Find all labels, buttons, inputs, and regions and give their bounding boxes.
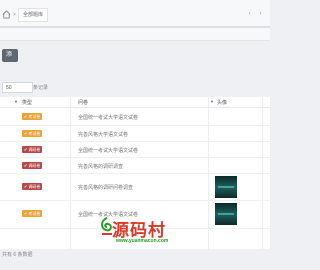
tab-scroll-right-button[interactable]: › bbox=[256, 9, 265, 19]
question-title[interactable]: 完善风格的调研调查 bbox=[78, 163, 123, 170]
badge-label: 调研卷 bbox=[28, 147, 41, 152]
data-table: ▼ 类型 问卷 ▼ 头像 ✔考试卷 全国统一考试大学语文试卷 ✔考试卷 完善风格大学语… bbox=[0, 97, 270, 249]
exam-badge: ✔考试卷 bbox=[22, 130, 43, 137]
add-button-label: 添 bbox=[6, 52, 13, 58]
badge-label: 考试卷 bbox=[28, 211, 41, 216]
sort-icon[interactable]: ▼ bbox=[14, 99, 18, 104]
table-row[interactable]: ✔调研卷 完善风格的调研问卷调查 bbox=[0, 173, 270, 201]
row-thumbnail bbox=[215, 176, 237, 198]
column-header-type[interactable]: 类型 bbox=[22, 99, 32, 106]
check-icon: ✔ bbox=[24, 114, 28, 119]
column-header-image[interactable]: 头像 bbox=[217, 99, 227, 106]
table-row[interactable]: ✔考试卷 完善风格大学语文试卷 bbox=[0, 125, 270, 142]
tab-question-bank[interactable]: 全部题库 bbox=[18, 8, 49, 22]
add-button[interactable]: 添 bbox=[2, 49, 18, 62]
exam-badge: ✔考试卷 bbox=[22, 210, 43, 217]
survey-badge: ✔调研卷 bbox=[22, 146, 43, 153]
exam-badge: ✔考试卷 bbox=[22, 113, 43, 120]
breadcrumb-separator: > bbox=[13, 12, 16, 18]
survey-badge: ✔调研卷 bbox=[22, 183, 43, 190]
per-page-label: 条记录 bbox=[33, 85, 49, 91]
question-title[interactable]: 全国统一考试大学语文试卷 bbox=[78, 147, 138, 154]
row-thumbnail bbox=[215, 203, 237, 225]
home-icon[interactable] bbox=[2, 10, 11, 19]
badge-label: 调研卷 bbox=[28, 163, 41, 168]
check-icon: ✔ bbox=[24, 131, 28, 136]
top-bar: > 全部题库 ‹ › bbox=[0, 0, 270, 41]
badge-label: 调研卷 bbox=[28, 184, 41, 189]
sort-icon[interactable]: ▼ bbox=[210, 99, 214, 104]
check-icon: ✔ bbox=[24, 147, 28, 152]
tab-scroll-left-button[interactable]: ‹ bbox=[245, 9, 254, 19]
page-size-input[interactable] bbox=[2, 82, 33, 93]
badge-label: 考试卷 bbox=[28, 114, 41, 119]
survey-badge: ✔调研卷 bbox=[22, 162, 43, 169]
badge-label: 考试卷 bbox=[28, 131, 41, 136]
watermark-logo: 源码村 www.yuanmacun.com bbox=[98, 216, 190, 250]
table-row[interactable]: ✔调研卷 完善风格的调研调查 bbox=[0, 157, 270, 174]
record-count: 共有 6 条数据 bbox=[2, 252, 33, 258]
check-icon: ✔ bbox=[24, 163, 28, 168]
table-row[interactable]: ✔考试卷 全国统一考试大学语文试卷 bbox=[0, 108, 270, 126]
check-icon: ✔ bbox=[24, 184, 28, 189]
question-title[interactable]: 完善风格大学语文试卷 bbox=[78, 131, 128, 138]
watermark-url: www.yuanmacun.com bbox=[116, 238, 169, 244]
column-header-question[interactable]: 问卷 bbox=[78, 99, 88, 106]
check-icon: ✔ bbox=[24, 211, 28, 216]
question-title[interactable]: 完善风格的调研问卷调查 bbox=[78, 184, 133, 191]
table-header: ▼ 类型 问卷 ▼ 头像 bbox=[0, 97, 270, 108]
question-title[interactable]: 全国统一考试大学语文试卷 bbox=[78, 114, 138, 121]
tab-scrollbar[interactable] bbox=[0, 26, 270, 28]
table-row[interactable]: ✔调研卷 全国统一考试大学语文试卷 bbox=[0, 141, 270, 158]
